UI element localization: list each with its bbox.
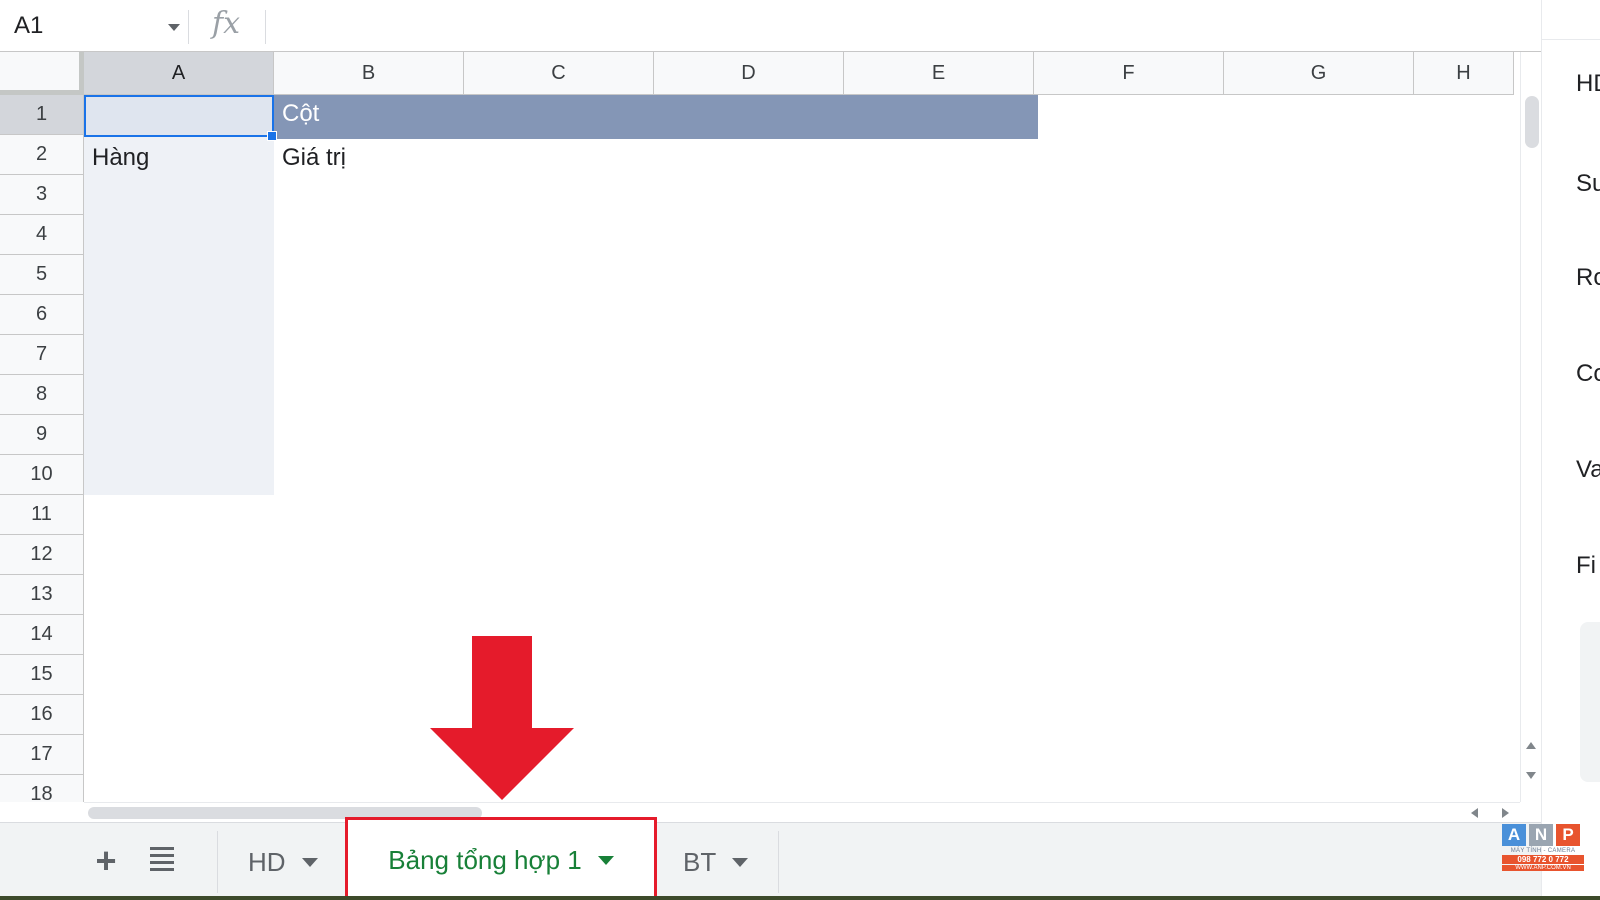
sheet-tab-label: HD [248,846,286,877]
column-header-a[interactable]: A [84,52,274,95]
panel-label-columns[interactable]: Co [1576,360,1600,388]
row-header-5[interactable]: 5 [0,255,84,295]
row-header-6[interactable]: 6 [0,295,84,335]
annotation-arrow-icon [430,636,574,800]
horizontal-scrollbar[interactable] [84,802,1520,822]
panel-label-filters[interactable]: Fi [1576,552,1596,580]
name-box-dropdown-icon[interactable] [168,24,180,31]
formula-bar-divider [265,10,266,44]
sheet-grid: ABCDEFGH 1 2 3 4 5 6 7 8 9 10 11 12 13 14 15 16 17 18 Cột… [0,52,1520,802]
row-header-10[interactable]: 10 [0,455,84,495]
formula-bar-divider [188,10,189,44]
row-header-12[interactable]: 12 [0,535,84,575]
column-header-b[interactable]: B [274,52,464,95]
row-header-15[interactable]: 15 [0,655,84,695]
tab-divider [778,831,779,893]
row-header-2[interactable]: 2 [0,135,84,175]
panel-info-box [1580,622,1600,782]
row-header-17[interactable]: 17 [0,735,84,775]
row-header-16[interactable]: 16 [0,695,84,735]
pivot-header-band [274,95,1038,139]
anp-logo: A N P MÁY TÍNH - CAMERA 098 772 0 772 WW… [1502,824,1584,884]
panel-label-values[interactable]: Va [1576,456,1600,484]
row-header-3[interactable]: 3 [0,175,84,215]
cell-area: Cột Hàng Giá trị [84,95,1520,802]
vertical-scroll-thumb[interactable] [1525,96,1539,148]
panel-label-hd: HD [1576,70,1600,97]
side-panel-top [1542,0,1600,40]
column-header-e[interactable]: E [844,52,1034,95]
chevron-down-icon[interactable] [301,857,318,867]
logo-phone: 098 772 0 772 [1502,855,1584,864]
scroll-down-icon[interactable] [1526,772,1536,779]
row-header-9[interactable]: 9 [0,415,84,455]
vertical-scrollbar[interactable] [1520,52,1541,802]
fill-handle[interactable] [267,131,277,141]
panel-label-rows[interactable]: Ro [1576,264,1600,292]
scroll-up-icon[interactable] [1526,742,1536,749]
sheet-tab-hd[interactable]: HD [248,823,318,900]
sheet-tab-label: BT [683,846,717,877]
cell-a2[interactable]: Hàng [92,144,149,172]
chevron-down-icon[interactable] [732,857,749,867]
row-header-8[interactable]: 8 [0,375,84,415]
logo-tagline: MÁY TÍNH - CAMERA [1510,848,1576,854]
pivot-editor-panel: HD Su Ro Co Va Fi [1541,0,1600,900]
row-header-18[interactable]: 18 [0,775,84,802]
formula-input[interactable] [272,8,1502,44]
chevron-down-icon[interactable] [597,855,614,865]
cell-b2[interactable]: Giá trị [282,144,346,172]
tab-divider [217,831,218,893]
taskbar-strip [0,896,1600,900]
column-header-f[interactable]: F [1034,52,1224,95]
sheet-tab-pivot-table-1[interactable]: Bảng tổng hợp 1 [345,817,657,900]
formula-bar: A1 fx [0,0,1541,52]
column-header-h[interactable]: H [1414,52,1514,95]
sheet-tab-bt[interactable]: BT [683,823,749,900]
row-header-4[interactable]: 4 [0,215,84,255]
add-sheet-button[interactable]: + [86,840,126,881]
row-header-13[interactable]: 13 [0,575,84,615]
logo-letter: A [1502,824,1526,846]
select-all-corner[interactable] [0,52,84,95]
name-box[interactable]: A1 [0,6,188,46]
fx-icon: fx [212,6,241,41]
spreadsheet-app: A1 fx ABCDEFGH 1 2 3 4 5 6 7 8 9 10 11 12 13 14 15 16 17… [0,0,1600,900]
scroll-left-icon[interactable] [1471,808,1478,818]
column-header-d[interactable]: D [654,52,844,95]
active-cell-a1[interactable] [84,95,274,137]
row-header-7[interactable]: 7 [0,335,84,375]
scroll-right-icon[interactable] [1502,808,1509,818]
row-header-11[interactable]: 11 [0,495,84,535]
column-header-g[interactable]: G [1224,52,1414,95]
panel-label-suggested: Su [1576,170,1600,197]
all-sheets-menu-icon[interactable] [150,847,176,873]
logo-website: WWW.ANP.COM.VN [1502,865,1584,871]
column-header-c[interactable]: C [464,52,654,95]
logo-letter: P [1556,824,1580,846]
sheet-tab-bar: + HD Bảng tổng hợp 1 BT [0,817,1541,900]
logo-letter: N [1529,824,1553,846]
cell-b1[interactable]: Cột [282,100,319,128]
row-header-14[interactable]: 14 [0,615,84,655]
row-header-1[interactable]: 1 [0,95,84,135]
sheet-tab-label: Bảng tổng hợp 1 [388,844,582,875]
